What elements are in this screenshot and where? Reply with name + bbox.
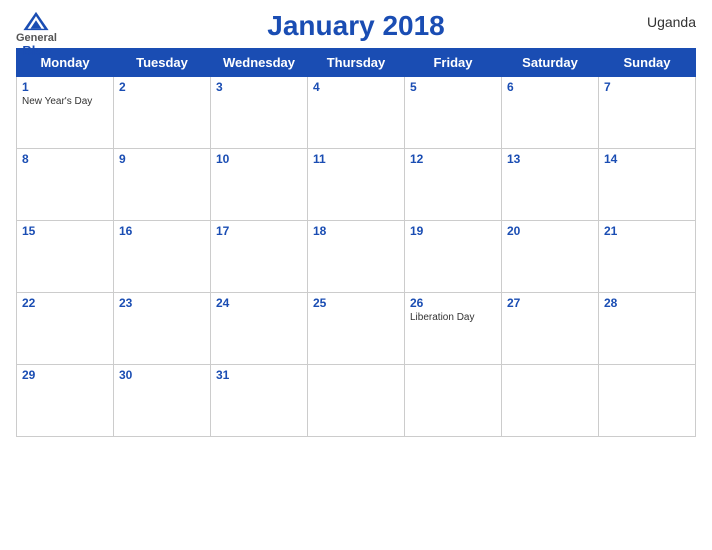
day-number: 4: [313, 80, 399, 94]
calendar-day-cell: 22: [17, 293, 114, 365]
day-number: 8: [22, 152, 108, 166]
logo-icon: [22, 10, 50, 32]
day-number: 16: [119, 224, 205, 238]
day-number: 26: [410, 296, 496, 310]
calendar-day-cell: 12: [405, 149, 502, 221]
day-number: 6: [507, 80, 593, 94]
calendar-day-cell: 10: [211, 149, 308, 221]
weekday-header-row: Monday Tuesday Wednesday Thursday Friday…: [17, 49, 696, 77]
calendar-thead: Monday Tuesday Wednesday Thursday Friday…: [17, 49, 696, 77]
calendar-day-cell: 31: [211, 365, 308, 437]
calendar-day-cell: 29: [17, 365, 114, 437]
day-number: 19: [410, 224, 496, 238]
calendar-day-cell: [405, 365, 502, 437]
calendar-day-cell: 11: [308, 149, 405, 221]
day-number: 13: [507, 152, 593, 166]
calendar-day-cell: 6: [502, 77, 599, 149]
logo-blue-text: Blue: [22, 44, 50, 57]
calendar-day-cell: 20: [502, 221, 599, 293]
day-number: 9: [119, 152, 205, 166]
day-number: 7: [604, 80, 690, 94]
holiday-label: Liberation Day: [410, 312, 496, 323]
calendar-day-cell: 9: [114, 149, 211, 221]
day-number: 14: [604, 152, 690, 166]
calendar-day-cell: 14: [599, 149, 696, 221]
day-number: 20: [507, 224, 593, 238]
col-thursday: Thursday: [308, 49, 405, 77]
day-number: 28: [604, 296, 690, 310]
country-label: Uganda: [647, 14, 696, 30]
calendar-body: 1New Year's Day2345678910111213141516171…: [17, 77, 696, 437]
day-number: 17: [216, 224, 302, 238]
day-number: 12: [410, 152, 496, 166]
calendar-week-row: 15 16 17 18 19 20 21: [17, 221, 696, 293]
calendar-day-cell: 17: [211, 221, 308, 293]
day-number: 22: [22, 296, 108, 310]
day-number: 3: [216, 80, 302, 94]
calendar-day-cell: 25: [308, 293, 405, 365]
calendar-day-cell: [599, 365, 696, 437]
calendar-day-cell: 26 Liberation Day: [405, 293, 502, 365]
calendar-day-cell: 3: [211, 77, 308, 149]
day-number: 30: [119, 368, 205, 382]
col-friday: Friday: [405, 49, 502, 77]
calendar-week-row: 1 New Year's Day 234567: [17, 77, 696, 149]
col-wednesday: Wednesday: [211, 49, 308, 77]
calendar-day-cell: 7: [599, 77, 696, 149]
day-number: 29: [22, 368, 108, 382]
calendar-header: General Blue January 2018 Uganda: [16, 10, 696, 42]
day-number: 10: [216, 152, 302, 166]
calendar-container: General Blue January 2018 Uganda Monday …: [0, 0, 712, 453]
day-number: 2: [119, 80, 205, 94]
calendar-day-cell: 23: [114, 293, 211, 365]
calendar-day-cell: 2: [114, 77, 211, 149]
calendar-week-row: 29 30 31: [17, 365, 696, 437]
col-tuesday: Tuesday: [114, 49, 211, 77]
calendar-day-cell: 16: [114, 221, 211, 293]
holiday-label: New Year's Day: [22, 96, 108, 107]
calendar-day-cell: 15: [17, 221, 114, 293]
calendar-day-cell: 1 New Year's Day: [17, 77, 114, 149]
day-number: 11: [313, 152, 399, 166]
day-number: 23: [119, 296, 205, 310]
calendar-day-cell: 24: [211, 293, 308, 365]
calendar-week-row: 89 10 11 12 13 14: [17, 149, 696, 221]
day-number: 24: [216, 296, 302, 310]
day-number: 21: [604, 224, 690, 238]
day-number: 27: [507, 296, 593, 310]
day-number: 15: [22, 224, 108, 238]
day-number: 1: [22, 80, 108, 94]
calendar-day-cell: 4: [308, 77, 405, 149]
calendar-day-cell: 28: [599, 293, 696, 365]
day-number: 25: [313, 296, 399, 310]
calendar-title: January 2018: [267, 10, 444, 42]
calendar-day-cell: 27: [502, 293, 599, 365]
calendar-day-cell: 21: [599, 221, 696, 293]
col-sunday: Sunday: [599, 49, 696, 77]
day-number: 18: [313, 224, 399, 238]
calendar-table: Monday Tuesday Wednesday Thursday Friday…: [16, 48, 696, 437]
logo-area: General Blue: [16, 10, 57, 57]
day-number: 5: [410, 80, 496, 94]
calendar-day-cell: [308, 365, 405, 437]
calendar-day-cell: [502, 365, 599, 437]
calendar-day-cell: 18: [308, 221, 405, 293]
calendar-day-cell: 8: [17, 149, 114, 221]
calendar-day-cell: 13: [502, 149, 599, 221]
day-number: 31: [216, 368, 302, 382]
calendar-day-cell: 19: [405, 221, 502, 293]
calendar-day-cell: 30: [114, 365, 211, 437]
calendar-week-row: 22 23 24 25 26 Liberation Day 27 28: [17, 293, 696, 365]
calendar-day-cell: 5: [405, 77, 502, 149]
col-saturday: Saturday: [502, 49, 599, 77]
